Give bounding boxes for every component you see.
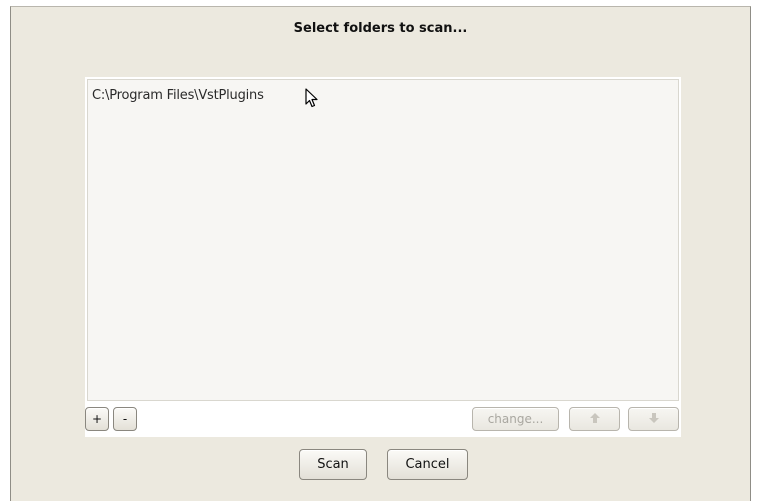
scan-folders-dialog: Select folders to scan... C:\Program Fil… bbox=[10, 6, 751, 501]
folder-list[interactable]: C:\Program Files\VstPlugins bbox=[87, 79, 679, 401]
move-down-button[interactable] bbox=[628, 407, 679, 431]
remove-folder-button[interactable]: - bbox=[113, 407, 137, 431]
scan-button[interactable]: Scan bbox=[299, 449, 367, 480]
list-item[interactable]: C:\Program Files\VstPlugins bbox=[92, 88, 264, 103]
dialog-title: Select folders to scan... bbox=[293, 21, 468, 36]
mouse-pointer-icon bbox=[305, 88, 319, 112]
arrow-down-icon bbox=[648, 412, 660, 427]
change-folder-button[interactable]: change... bbox=[472, 407, 559, 431]
arrow-up-icon bbox=[589, 412, 601, 427]
add-folder-button[interactable]: + bbox=[85, 407, 109, 431]
cancel-button[interactable]: Cancel bbox=[387, 449, 468, 480]
move-up-button[interactable] bbox=[569, 407, 620, 431]
folder-list-panel: C:\Program Files\VstPlugins + - change..… bbox=[85, 77, 681, 437]
